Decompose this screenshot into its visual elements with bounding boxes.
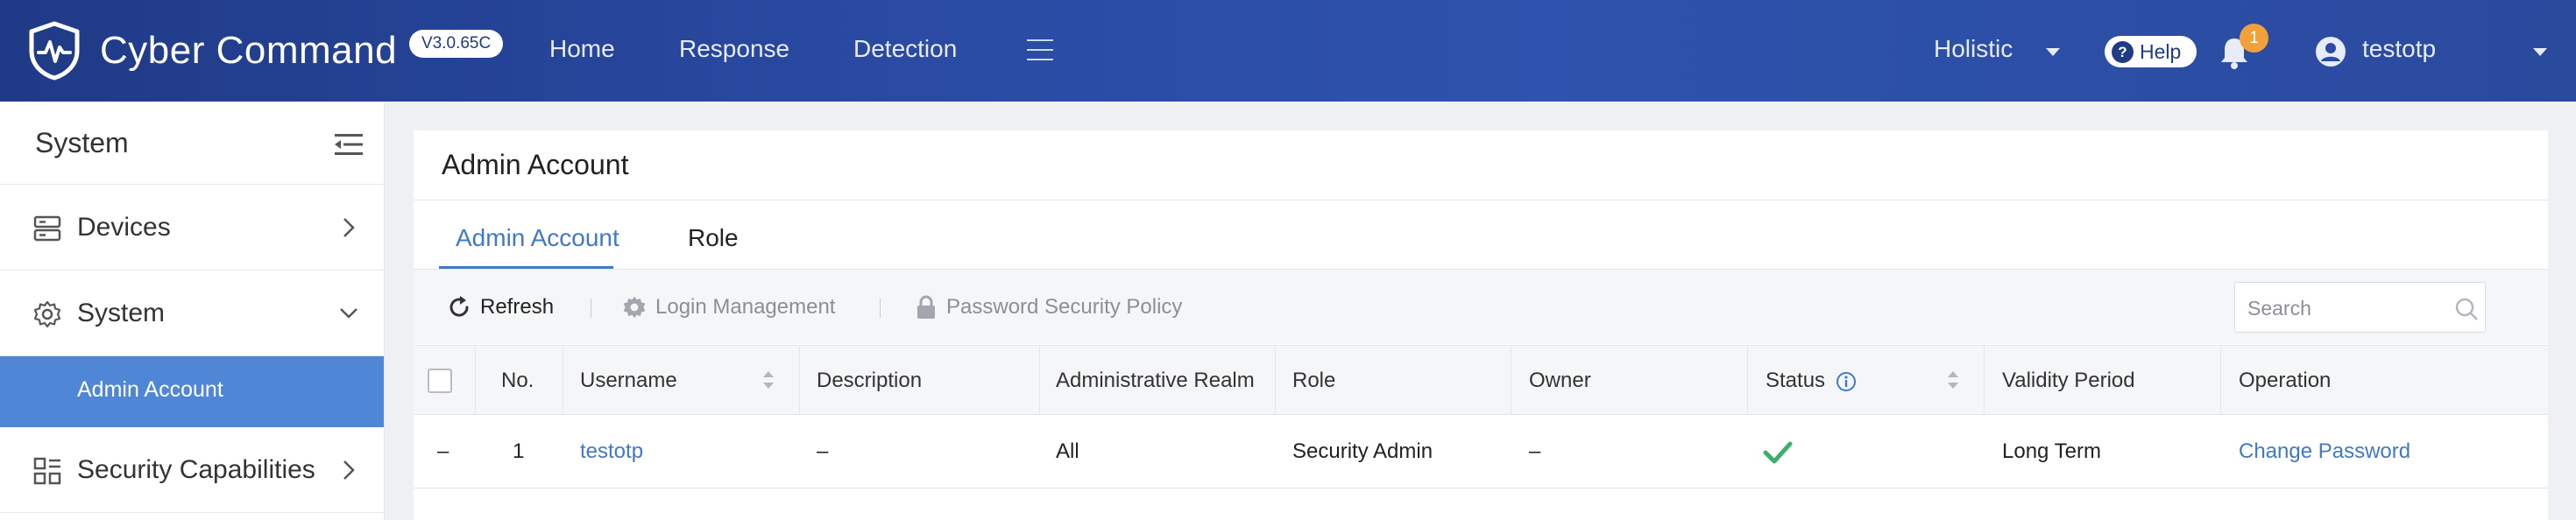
nav-response[interactable]: Response <box>679 35 789 63</box>
cell-description: – <box>817 439 829 463</box>
column-header-description: Description <box>817 369 923 392</box>
column-separator <box>799 346 800 416</box>
sort-icon[interactable] <box>1948 371 1960 390</box>
help-button[interactable]: ? Help <box>2105 36 2197 67</box>
menu-icon[interactable] <box>1027 39 1053 62</box>
cell-no: 1 <box>513 439 525 463</box>
main-panel: Admin Account Admin Account Role Refresh… <box>414 130 2548 520</box>
cell-owner: – <box>1529 439 1541 463</box>
sidebar-header: System <box>0 102 384 185</box>
refresh-icon <box>449 295 469 317</box>
tab-role[interactable]: Role <box>688 224 739 252</box>
password-policy-button[interactable]: Password Security Policy <box>915 270 1182 344</box>
column-header-owner: Owner <box>1529 369 1591 392</box>
version-badge: V3.0.65C <box>409 30 504 58</box>
column-header-no: No. <box>501 369 534 392</box>
cell-validity: Long Term <box>2002 439 2101 463</box>
sidebar-title: System <box>35 127 129 158</box>
help-label: Help <box>2140 39 2182 63</box>
sort-icon[interactable] <box>763 371 775 390</box>
page-title: Admin Account <box>442 149 629 180</box>
column-header-validity: Validity Period <box>2002 369 2135 392</box>
login-management-label: Login Management <box>655 294 836 319</box>
cell-username-link[interactable]: testotp <box>580 415 643 488</box>
sidebar: System Devices System Admin Account Secu… <box>0 102 385 520</box>
password-policy-label: Password Security Policy <box>946 294 1183 319</box>
toolbar-separator <box>880 299 881 318</box>
server-icon <box>33 215 61 242</box>
sidebar-item-admin-account[interactable]: Admin Account <box>0 356 384 427</box>
column-separator <box>1984 346 1985 416</box>
nav-detection[interactable]: Detection <box>853 35 957 63</box>
search-input[interactable] <box>2247 294 2440 322</box>
expand-toggle[interactable]: – <box>437 415 449 488</box>
scope-select[interactable]: Holistic <box>1934 35 2013 63</box>
status-ok-check-icon <box>1763 441 1793 464</box>
cell-role: Security Admin <box>1292 439 1433 463</box>
column-separator <box>1747 346 1748 416</box>
shield-logo-icon <box>29 21 80 81</box>
search-box <box>2234 282 2486 333</box>
column-header-role: Role <box>1292 369 1336 392</box>
sidebar-item-label: System <box>77 299 166 327</box>
column-separator <box>1275 346 1276 416</box>
refresh-label: Refresh <box>480 294 555 319</box>
sidebar-item-label: Security Capabilities <box>77 455 315 484</box>
column-separator <box>2220 346 2221 416</box>
gear-icon <box>623 296 646 318</box>
chevron-down-icon[interactable] <box>2533 48 2547 56</box>
brand[interactable]: Cyber Command <box>26 19 397 82</box>
change-password-link[interactable]: Change Password <box>2239 415 2410 488</box>
question-icon: ? <box>2112 40 2134 63</box>
column-separator <box>475 346 476 416</box>
user-name[interactable]: testotp <box>2362 35 2436 63</box>
tab-admin-account[interactable]: Admin Account <box>456 224 619 252</box>
sidebar-item-system[interactable]: System <box>0 271 384 356</box>
gear-icon <box>33 300 61 328</box>
table-header: No. Username Description Administrative … <box>414 345 2548 416</box>
column-header-realm: Administrative Realm <box>1056 369 1255 392</box>
app-name: Cyber Command <box>100 29 398 72</box>
user-avatar-icon[interactable] <box>2315 36 2346 67</box>
info-icon[interactable] <box>1836 371 1857 392</box>
column-header-username[interactable]: Username <box>580 346 677 416</box>
column-separator <box>1039 346 1040 416</box>
notification-badge: 1 <box>2240 24 2268 53</box>
toolbar: Refresh Login Management Password Securi… <box>414 270 2548 344</box>
cell-realm: All <box>1056 439 1079 463</box>
login-management-button[interactable]: Login Management <box>622 270 835 344</box>
chevron-right-icon <box>343 460 355 480</box>
grid-icon <box>33 457 61 485</box>
sidebar-item-security-capabilities[interactable]: Security Capabilities <box>0 427 384 513</box>
search-icon[interactable] <box>2454 297 2479 321</box>
collapse-sidebar-icon[interactable] <box>335 133 363 156</box>
select-all-checkbox[interactable] <box>428 369 452 393</box>
chevron-right-icon <box>343 218 355 237</box>
sidebar-item-devices[interactable]: Devices <box>0 185 384 271</box>
chevron-down-icon[interactable] <box>2046 48 2060 56</box>
sidebar-item-label: Admin Account <box>77 377 223 402</box>
refresh-button[interactable]: Refresh <box>447 270 554 344</box>
sidebar-item-label: Devices <box>77 213 171 242</box>
table-row: – 1 testotp – All Security Admin – Long … <box>414 415 2548 488</box>
top-header: Cyber Command V3.0.65C Home Response Det… <box>0 0 2576 102</box>
column-header-status[interactable]: Status <box>1766 346 1825 416</box>
chevron-down-icon <box>340 308 357 319</box>
lock-icon <box>917 295 935 319</box>
nav-home[interactable]: Home <box>549 35 615 63</box>
column-header-operation: Operation <box>2239 369 2332 392</box>
